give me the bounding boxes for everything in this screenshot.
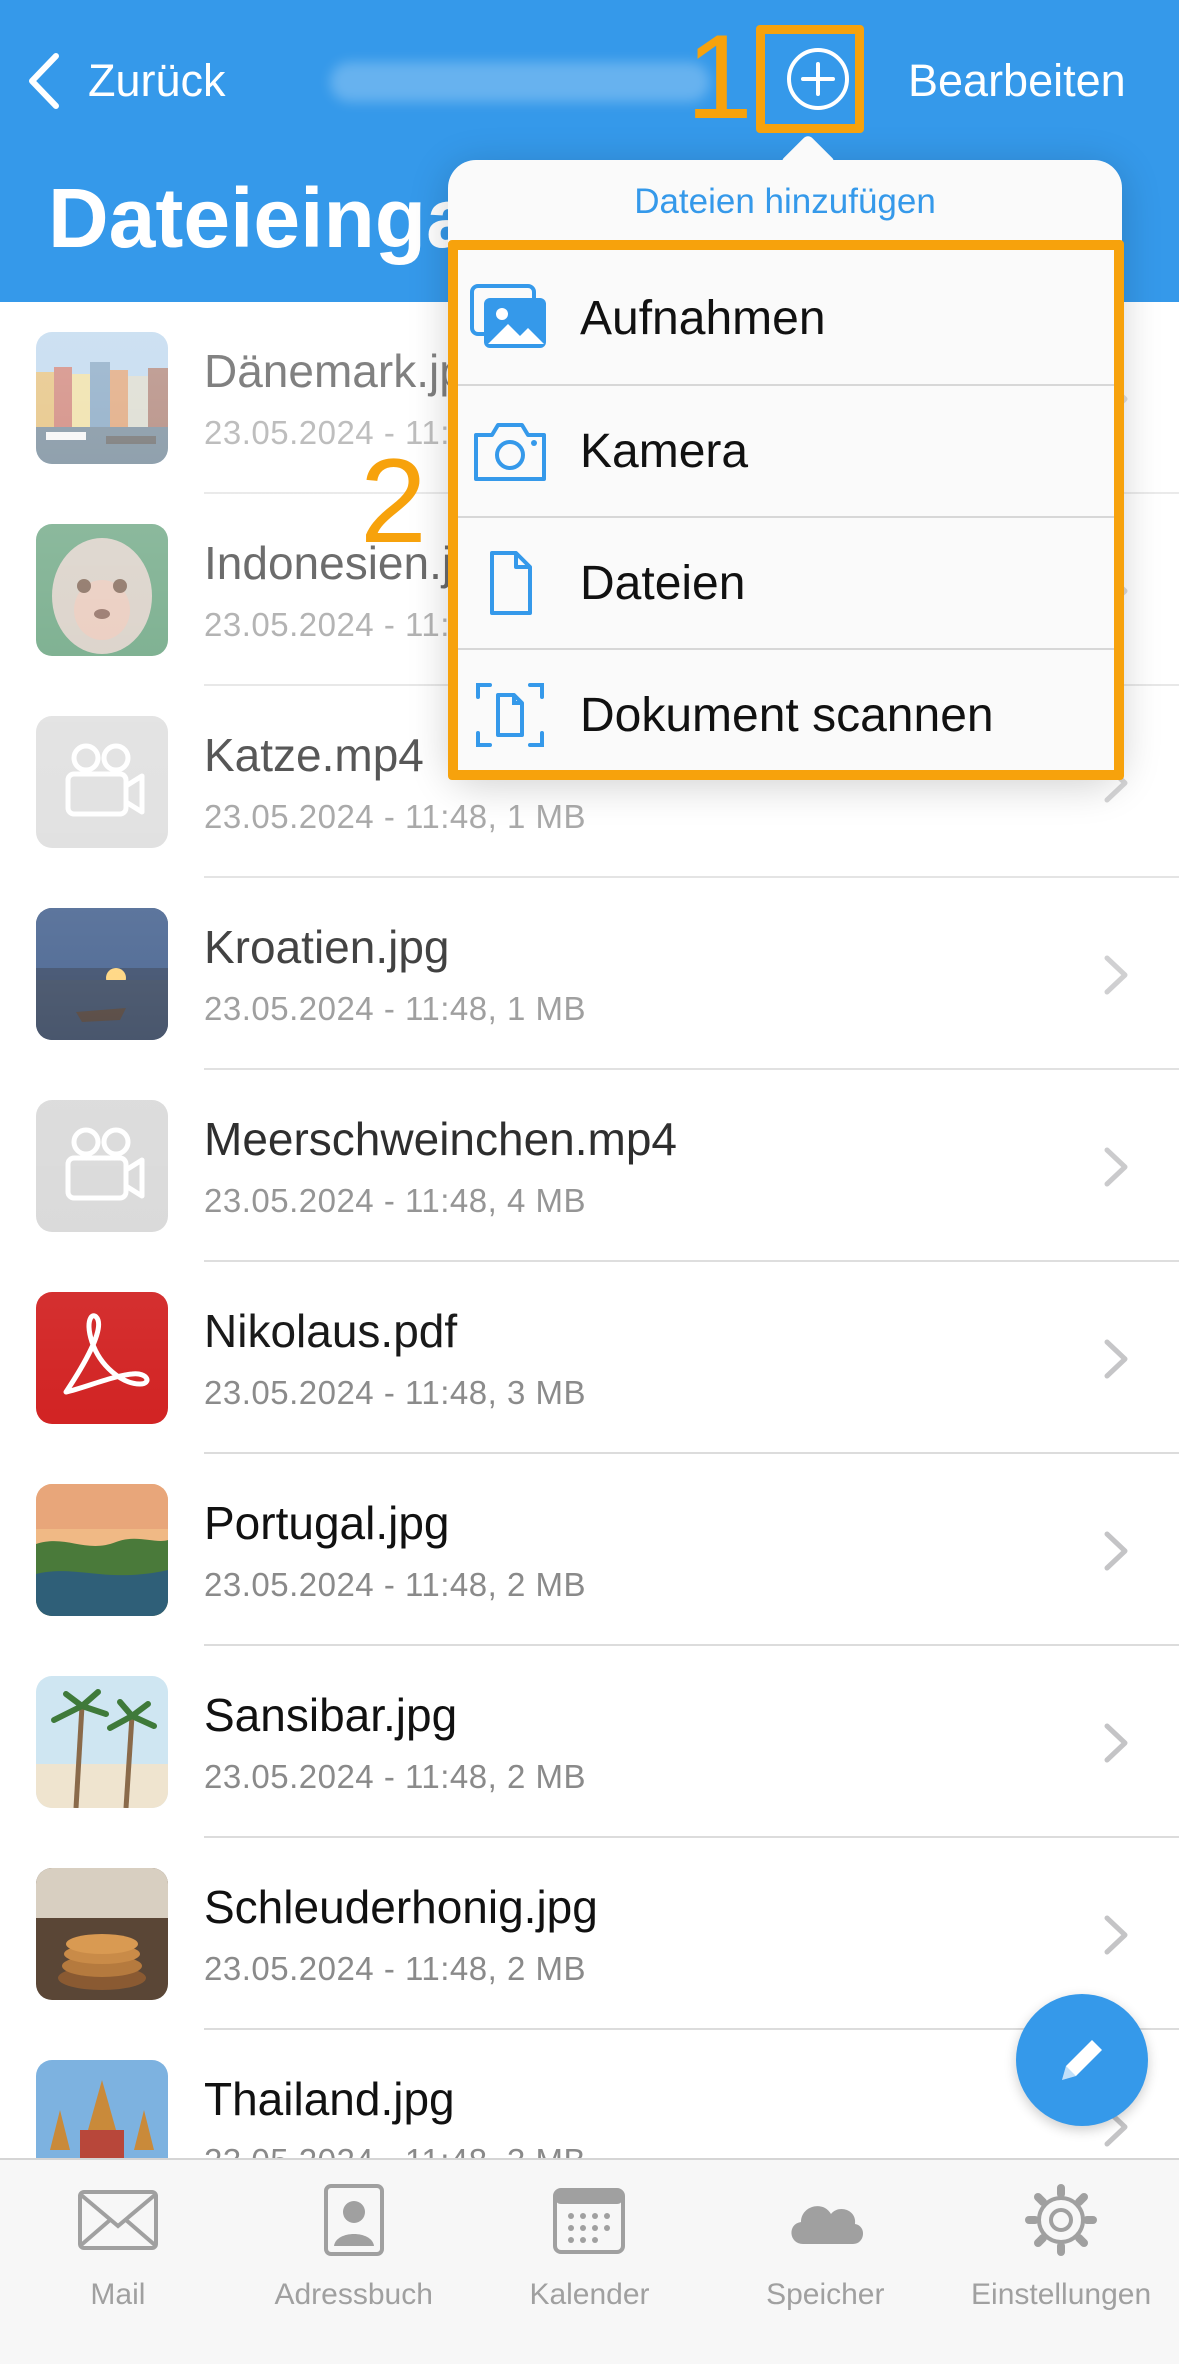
photo-beach-thumbnail	[36, 1676, 168, 1808]
file-meta: 23.05.2024 - 11:48, 2 MB	[204, 1566, 586, 1603]
video-icon	[36, 716, 168, 848]
gear-icon	[1025, 2184, 1098, 2256]
chevron-right-icon	[1104, 1531, 1128, 1571]
tab-speicher[interactable]: Speicher	[707, 2160, 943, 2364]
tab-kalender[interactable]: Kalender	[472, 2160, 708, 2364]
file-row[interactable]: Portugal.jpg 23.05.2024 - 11:48, 2 MB	[36, 1454, 1179, 1646]
file-row[interactable]: Nikolaus.pdf 23.05.2024 - 11:48, 3 MB	[36, 1262, 1179, 1454]
file-name: Kroatien.jpg	[204, 921, 450, 973]
tab-einstellungen[interactable]: Einstellungen	[943, 2160, 1179, 2364]
tab-label: Einstellungen	[971, 2278, 1152, 2311]
popover-title: Dateien hinzufügen	[634, 182, 936, 221]
step-number-1: 1	[686, 10, 753, 144]
cloud-icon	[791, 2206, 864, 2244]
tab-label: Mail	[90, 2278, 146, 2311]
pdf-icon	[36, 1292, 168, 1424]
highlight-box-1	[756, 25, 864, 133]
edit-button[interactable]: Bearbeiten	[908, 50, 1126, 112]
back-label: Zurück	[88, 55, 226, 106]
file-meta: 23.05.2024 - 11:48, 1 MB	[204, 990, 586, 1027]
file-name: Thailand.jpg	[204, 2073, 455, 2125]
file-meta: 23.05.2024 - 11:48, 3 MB	[204, 1374, 586, 1411]
calendar-icon	[553, 2188, 626, 2254]
chevron-right-icon	[1104, 955, 1128, 995]
file-name: Sansibar.jpg	[204, 1689, 458, 1741]
compose-button[interactable]	[1016, 1994, 1148, 2126]
photo-coast-thumbnail	[36, 1484, 168, 1616]
file-row[interactable]: Meerschweinchen.mp4 23.05.2024 - 11:48, …	[36, 1070, 1179, 1262]
highlight-box-2	[448, 240, 1124, 780]
file-row[interactable]: Schleuderhonig.jpg 23.05.2024 - 11:48, 2…	[36, 1838, 1179, 2030]
tab-mail[interactable]: Mail	[0, 2160, 236, 2364]
photo-monkey-thumbnail	[36, 524, 168, 656]
chevron-right-icon	[1104, 1339, 1128, 1379]
file-meta: 23.05.2024 - 11:48, 4 MB	[204, 1182, 586, 1219]
blurred-subtitle	[330, 62, 710, 102]
pencil-icon	[1062, 2040, 1102, 2080]
tab-label: Adressbuch	[274, 2278, 433, 2311]
file-row[interactable]: Sansibar.jpg 23.05.2024 - 11:48, 2 MB	[36, 1646, 1179, 1838]
step-number-2: 2	[360, 434, 427, 568]
chevron-left-icon	[29, 53, 59, 109]
file-name: Portugal.jpg	[204, 1497, 450, 1549]
file-name: Katze.mp4	[204, 729, 424, 781]
photo-sunset-thumbnail	[36, 908, 168, 1040]
tab-label: Kalender	[529, 2278, 650, 2311]
file-name: Meerschweinchen.mp4	[204, 1113, 678, 1165]
file-meta: 23.05.2024 - 11:48, 1 MB	[204, 798, 586, 835]
tab-adressbuch[interactable]: Adressbuch	[236, 2160, 472, 2364]
file-name: Schleuderhonig.jpg	[204, 1881, 598, 1933]
contacts-icon	[323, 2184, 384, 2256]
file-name: Nikolaus.pdf	[204, 1305, 458, 1357]
video-icon	[36, 1100, 168, 1232]
chevron-right-icon	[1104, 1147, 1128, 1187]
file-meta: 23.05.2024 - 11:48, 2 MB	[204, 1950, 586, 1987]
chevron-right-icon	[1104, 1915, 1128, 1955]
chevron-right-icon	[1104, 1723, 1128, 1763]
file-meta: 23.05.2024 - 11:48, 2 MB	[204, 1758, 586, 1795]
photo-harbor-thumbnail	[36, 332, 168, 464]
mail-icon	[77, 2190, 158, 2250]
file-row[interactable]: Kroatien.jpg 23.05.2024 - 11:48, 1 MB	[36, 878, 1179, 1070]
back-button[interactable]: Zurück	[24, 50, 226, 112]
photo-pancakes-thumbnail	[36, 1868, 168, 2000]
tab-label: Speicher	[766, 2278, 885, 2311]
tab-bar: Mail Adressbuch Kalender Speicher Einste…	[0, 2158, 1179, 2364]
